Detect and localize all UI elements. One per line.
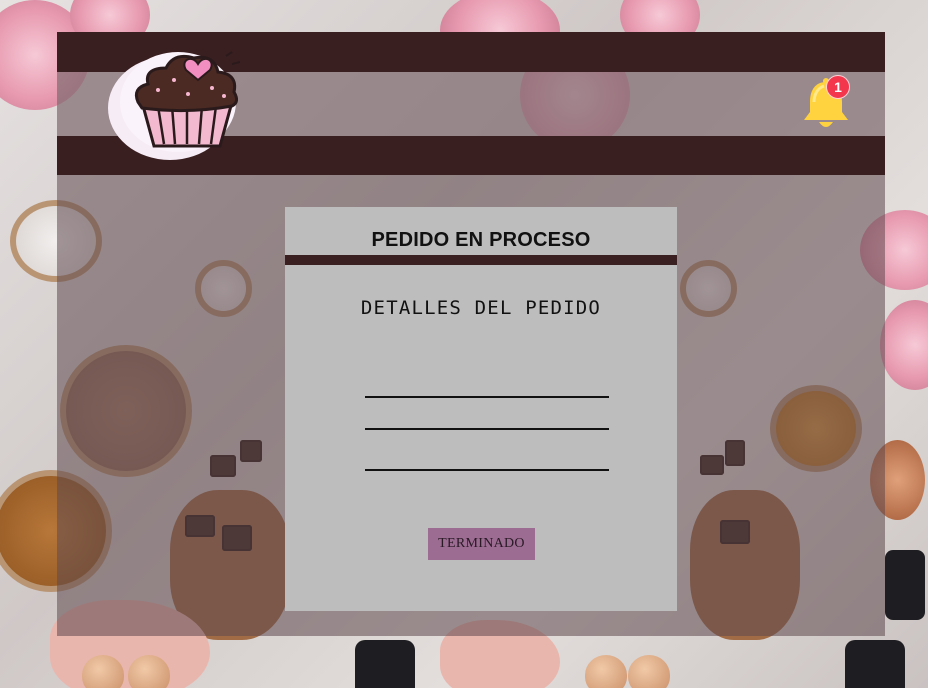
flower-decoration — [880, 300, 928, 390]
notification-badge[interactable]: 1 — [826, 75, 850, 99]
detail-line-2 — [365, 428, 609, 430]
order-card: PEDIDO EN PROCESO DETALLES DEL PEDIDO TE… — [285, 207, 677, 611]
bottle-decoration — [845, 640, 905, 688]
egg-decoration — [628, 655, 670, 688]
egg-decoration — [128, 655, 170, 688]
card-title: PEDIDO EN PROCESO — [371, 229, 591, 251]
order-details-heading: DETALLES DEL PEDIDO — [360, 297, 602, 319]
egg-decoration — [585, 655, 627, 688]
detail-line-1 — [365, 396, 609, 398]
bottle-decoration — [885, 550, 925, 620]
cupcake-icon[interactable] — [108, 50, 244, 162]
egg-decoration — [82, 655, 124, 688]
detail-line-3 — [365, 469, 609, 471]
bottle-decoration — [355, 640, 415, 688]
finish-button[interactable]: TERMINADO — [428, 528, 535, 560]
title-divider — [285, 255, 677, 265]
